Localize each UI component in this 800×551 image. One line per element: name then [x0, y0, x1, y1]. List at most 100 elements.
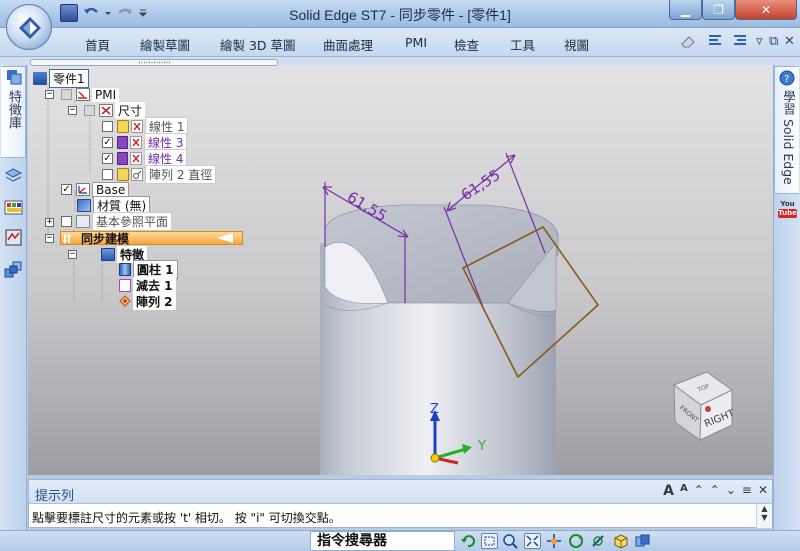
linear-dimension-icon	[131, 120, 143, 133]
learn-solid-edge-label: 學習 Solid Edge	[781, 90, 796, 185]
tree-item-linear4[interactable]: ✓ 線性 4	[102, 149, 188, 168]
dimension-right-value[interactable]: 61,55	[458, 166, 504, 204]
feature-library-icon	[6, 69, 25, 88]
minimize-button[interactable]: ▁	[669, 0, 702, 20]
command-finder[interactable]: 指令搜尋器	[310, 531, 455, 551]
zoom-icon[interactable]	[502, 533, 519, 549]
application-button[interactable]	[6, 4, 52, 50]
align-left-icon[interactable]	[708, 34, 722, 52]
title-bar: Solid Edge ST7 - 同步零件 - [零件1] ▁ ❐ ✕	[0, 0, 800, 28]
prompt-bar-controls: A A ⌃ ⌃ ⌄ ≡ ✕	[663, 483, 768, 499]
checkbox-linear3[interactable]: ✓	[102, 137, 113, 148]
doc-restore-icon[interactable]: ⧉	[769, 34, 778, 49]
checkbox-base[interactable]: ✓	[61, 184, 72, 195]
tree-item-pattern-diameter[interactable]: 陣列 2 直徑	[102, 165, 217, 184]
tree-item-linear1[interactable]: 線性 1	[102, 117, 189, 136]
tab-tools[interactable]: 工具	[510, 35, 535, 54]
sync-pointer-icon	[217, 233, 233, 243]
tab-pmi[interactable]: PMI	[405, 35, 427, 50]
tree-item-sync-modeling[interactable]: 同步建模	[62, 231, 132, 246]
tree-item-pattern[interactable]: 陣列 2	[119, 293, 176, 310]
tree-label-cut: 減去 1	[133, 277, 176, 294]
tree-item-cylinder[interactable]: 圓柱 1	[119, 260, 178, 279]
options-icon[interactable]: ≡	[742, 483, 752, 499]
tree-label-pmi: PMI	[92, 87, 120, 102]
prompt-bar-title: 提示列	[35, 489, 75, 504]
tree-item-base[interactable]: ✓ Base	[61, 181, 130, 198]
tree-item-root[interactable]: 零件1	[33, 69, 89, 88]
layers-icon[interactable]	[4, 166, 23, 185]
tree-item-material[interactable]: 材質 (無)	[77, 196, 151, 215]
collapse-toggle-dimensions[interactable]: −	[68, 106, 77, 115]
prompt-close-icon[interactable]: ✕	[758, 483, 768, 499]
scroll-down-icon[interactable]: ⌄	[726, 483, 736, 499]
tree-label-dimensions: 尺寸	[115, 102, 146, 119]
tab-view[interactable]: 視圖	[564, 35, 589, 54]
checkbox-ref-planes[interactable]	[61, 216, 72, 227]
zoom-area-icon[interactable]	[481, 533, 498, 549]
maximize-button[interactable]: ❐	[702, 0, 735, 20]
spin-about-icon[interactable]	[590, 533, 607, 549]
tree-label-sync-modeling: 同步建模	[81, 232, 130, 246]
material-icon	[77, 199, 91, 212]
rotate-icon[interactable]	[568, 533, 585, 549]
linear-dimension-icon	[130, 136, 142, 149]
coordinate-system-icon	[76, 183, 90, 196]
eraser-icon[interactable]	[680, 34, 696, 52]
tab-sketching[interactable]: 繪製草圖	[140, 35, 190, 54]
tree-label-pattern-diameter: 陣列 2 直徑	[145, 165, 217, 184]
ribbon-tabs: 首頁 繪製草圖 繪製 3D 草圖 曲面處理 PMI 檢查 工具 視圖 ▿ ⧉ ✕	[0, 28, 800, 57]
refresh-icon[interactable]	[460, 533, 477, 549]
purple-square-icon	[117, 136, 128, 149]
tree-item-pmi[interactable]: PMI	[61, 87, 120, 102]
doc-close-icon[interactable]: ✕	[784, 34, 795, 49]
tab-home[interactable]: 首頁	[85, 35, 110, 54]
assembly-icon[interactable]	[4, 260, 23, 279]
sensors-icon[interactable]	[4, 228, 23, 247]
close-button[interactable]: ✕	[735, 0, 797, 20]
prompt-bar-header: 提示列 A A ⌃ ⌃ ⌄ ≡ ✕	[29, 480, 772, 504]
expand-toggle-ref-planes[interactable]: +	[45, 218, 54, 227]
checkbox-dimensions[interactable]	[84, 105, 95, 116]
view-styles-icon[interactable]	[634, 533, 651, 549]
svg-text:?: ?	[784, 74, 789, 85]
purple-square-icon	[117, 152, 128, 165]
tree-item-dimensions[interactable]: 尺寸	[84, 102, 146, 119]
tab-3d-sketching[interactable]: 繪製 3D 草圖	[220, 35, 296, 54]
tree-item-linear3[interactable]: ✓ 線性 3	[102, 133, 188, 152]
pathfinder-scrollbar[interactable]	[30, 59, 278, 66]
cut-icon	[119, 279, 131, 292]
checkbox-linear1[interactable]	[102, 121, 113, 132]
align-right-icon[interactable]	[733, 34, 747, 52]
tree-item-cut[interactable]: 減去 1	[119, 277, 176, 294]
collapse-up-icon[interactable]: ⌃	[694, 483, 704, 499]
fit-icon[interactable]	[524, 533, 541, 549]
diameter-dimension-icon	[131, 168, 143, 181]
axis-z-label: Z	[430, 402, 439, 417]
doc-minimize-icon[interactable]: ▿	[756, 34, 763, 49]
view-orientation-icon[interactable]	[612, 533, 629, 549]
collapse-toggle-pmi[interactable]: −	[45, 90, 54, 99]
feature-library-label: 特徵庫	[6, 90, 21, 129]
pattern-icon	[119, 295, 131, 308]
learn-icon: ?	[779, 70, 795, 89]
font-decrease-icon[interactable]: A	[680, 483, 688, 499]
sync-icon	[62, 232, 76, 245]
pan-icon[interactable]	[546, 533, 563, 549]
collapse-toggle-sync[interactable]: −	[45, 234, 54, 243]
tree-item-ref-planes[interactable]: 基本參照平面	[61, 212, 173, 231]
youtube-icon[interactable]: You Tube	[778, 200, 797, 222]
collapse-toggle-features[interactable]: −	[68, 250, 77, 259]
checkbox-pattern-diameter[interactable]	[102, 169, 113, 180]
dimension-icon	[99, 104, 113, 117]
palette-icon[interactable]	[4, 198, 23, 217]
tab-surfacing[interactable]: 曲面處理	[323, 35, 373, 54]
checkbox-pmi[interactable]	[61, 89, 72, 100]
checkbox-linear4[interactable]: ✓	[102, 153, 113, 164]
features-icon	[101, 248, 115, 261]
scroll-up-icon[interactable]: ⌃	[710, 483, 720, 499]
font-increase-icon[interactable]: A	[663, 483, 674, 499]
prompt-scrollbar[interactable]: ▲ ▼	[756, 504, 772, 528]
tab-inspect[interactable]: 檢查	[454, 35, 479, 54]
linear-dimension-icon	[130, 152, 142, 165]
